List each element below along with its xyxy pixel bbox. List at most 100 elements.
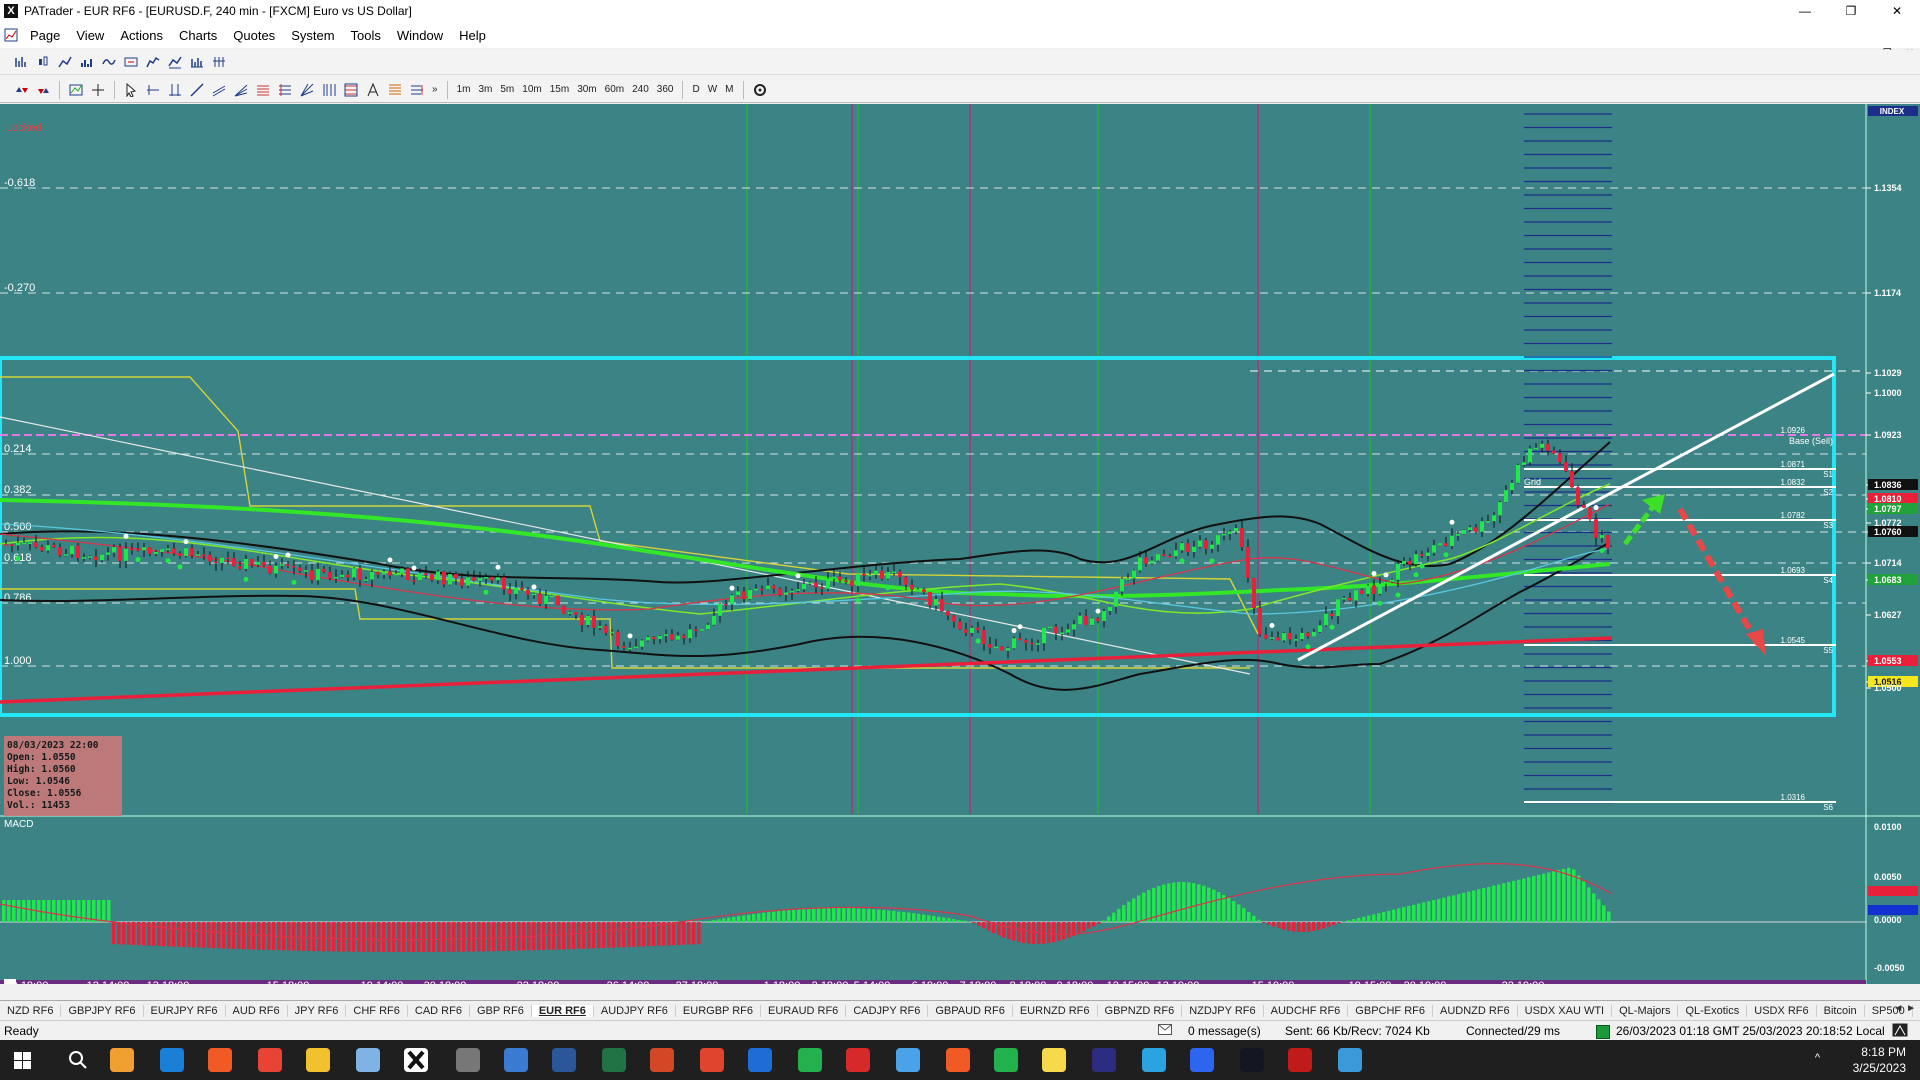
symbol-tab[interactable]: GBPJPY RF6 <box>61 1004 144 1017</box>
symbol-tab[interactable]: AUDJPY RF6 <box>594 1004 676 1017</box>
file-explorer-icon[interactable] <box>306 1048 330 1072</box>
bar-chart-icon[interactable] <box>12 54 30 70</box>
timeframe-weekly[interactable]: W <box>704 84 721 95</box>
patrader-icon[interactable] <box>404 1048 428 1072</box>
text-tool-icon[interactable] <box>364 82 382 98</box>
pivot-icon[interactable] <box>408 82 426 98</box>
chart-menu-icon[interactable] <box>2 27 20 43</box>
app-orange-icon[interactable] <box>946 1048 970 1072</box>
zoom-icon[interactable] <box>122 54 140 70</box>
symbol-tab[interactable]: AUDCHF RF6 <box>1264 1004 1349 1017</box>
symbol-tab[interactable]: USDX XAU WTI <box>1518 1004 1613 1017</box>
sticky-notes-icon[interactable] <box>1042 1048 1066 1072</box>
menu-window[interactable]: Window <box>389 28 451 43</box>
symbol-tab[interactable]: NZD RF6 <box>0 1004 62 1017</box>
timeframe-5m[interactable]: 5m <box>496 84 518 95</box>
grid-icon[interactable] <box>210 54 228 70</box>
order-icon[interactable] <box>34 82 52 98</box>
symbol-tab[interactable]: GBP RF6 <box>470 1004 532 1017</box>
trendline-icon[interactable] <box>188 82 206 98</box>
close-button[interactable]: ✕ <box>1874 0 1920 22</box>
menu-system[interactable]: System <box>283 28 342 43</box>
notepad-icon[interactable] <box>356 1048 380 1072</box>
app-blue-icon[interactable] <box>748 1048 772 1072</box>
symbol-tab[interactable]: AUDNZD RF6 <box>1433 1004 1518 1017</box>
fib-retracement-icon[interactable] <box>254 82 272 98</box>
fib-extension-icon[interactable] <box>276 82 294 98</box>
menu-quotes[interactable]: Quotes <box>225 28 283 43</box>
chrome-icon[interactable] <box>258 1048 282 1072</box>
word-icon[interactable] <box>552 1048 576 1072</box>
symbol-tab[interactable]: CHF RF6 <box>346 1004 408 1017</box>
symbol-tab[interactable]: AUD RF6 <box>226 1004 288 1017</box>
app-dial-icon[interactable] <box>1288 1048 1312 1072</box>
symbol-tab[interactable]: GBPAUD RF6 <box>928 1004 1013 1017</box>
timeframe-1m[interactable]: 1m <box>453 84 475 95</box>
timeframe-10m[interactable]: 10m <box>518 84 545 95</box>
mail-icon[interactable] <box>1158 1024 1172 1038</box>
symbol-tab[interactable]: CADJPY RF6 <box>846 1004 929 1017</box>
app-bird-icon[interactable] <box>846 1048 870 1072</box>
menu-tools[interactable]: Tools <box>343 28 389 43</box>
timeframe-3m[interactable]: 3m <box>474 84 496 95</box>
minimize-button[interactable]: — <box>1782 0 1828 22</box>
pointer-icon[interactable] <box>122 82 140 98</box>
symbol-tab[interactable]: Bitcoin <box>1817 1004 1865 1017</box>
fib-time-icon[interactable] <box>320 82 338 98</box>
vertical-line-icon[interactable] <box>166 82 184 98</box>
symbol-tab[interactable]: GBPNZD RF6 <box>1098 1004 1183 1017</box>
channel-icon[interactable] <box>210 82 228 98</box>
cycle-lines-icon[interactable] <box>342 82 360 98</box>
symbol-tab[interactable]: NZDJPY RF6 <box>1182 1004 1264 1017</box>
timeframe-monthly[interactable]: M <box>721 84 737 95</box>
menu-help[interactable]: Help <box>451 28 494 43</box>
timeframe-60m[interactable]: 60m <box>601 84 628 95</box>
tradingview-icon[interactable] <box>1240 1048 1264 1072</box>
menu-charts[interactable]: Charts <box>171 28 225 43</box>
symbol-tab[interactable]: JPY RF6 <box>288 1004 347 1017</box>
powerpoint-icon[interactable] <box>650 1048 674 1072</box>
timeframe-daily[interactable]: D <box>688 84 703 95</box>
symbol-tab[interactable]: GBPCHF RF6 <box>1348 1004 1433 1017</box>
app-photo-icon[interactable] <box>896 1048 920 1072</box>
zoom-app-icon[interactable] <box>1190 1048 1214 1072</box>
app-red-icon[interactable] <box>700 1048 724 1072</box>
app-monitor-icon[interactable] <box>1338 1048 1362 1072</box>
more-tools-button[interactable]: » <box>428 84 442 95</box>
chart-canvas[interactable]: -0.618-0.2700.2140.3820.5000.6180.7861.0… <box>0 104 1920 984</box>
telegram-icon[interactable] <box>1142 1048 1166 1072</box>
symbol-tab[interactable]: EURGBP RF6 <box>676 1004 762 1017</box>
analysis-icon[interactable] <box>67 82 85 98</box>
symbol-tab[interactable]: EUR RF6 <box>531 1004 594 1017</box>
calculator-icon[interactable] <box>504 1048 528 1072</box>
app-icon-gray[interactable] <box>456 1048 480 1072</box>
timeframe-240[interactable]: 240 <box>628 84 653 95</box>
outlook-icon[interactable] <box>110 1048 134 1072</box>
price-chart[interactable]: -0.618-0.2700.2140.3820.5000.6180.7861.0… <box>0 104 1920 984</box>
crosshair-icon[interactable] <box>89 82 107 98</box>
windows-start-icon[interactable] <box>14 1052 31 1069</box>
fib-fan-icon[interactable] <box>232 82 250 98</box>
candle-chart-icon[interactable] <box>34 54 52 70</box>
symbol-tab[interactable]: EURJPY RF6 <box>144 1004 226 1017</box>
volume-icon[interactable] <box>78 54 96 70</box>
search-icon[interactable] <box>66 1048 90 1072</box>
symbol-tab[interactable]: QL-Majors <box>1612 1004 1679 1017</box>
chart-type-icon[interactable] <box>144 54 162 70</box>
histogram-icon[interactable] <box>188 54 206 70</box>
menu-actions[interactable]: Actions <box>112 28 171 43</box>
menu-page[interactable]: Page <box>22 28 68 43</box>
symbol-tab[interactable]: USDX RF6 <box>1747 1004 1817 1017</box>
settings-icon[interactable] <box>751 82 769 98</box>
chart-overlay-icon[interactable] <box>166 54 184 70</box>
app-quote-icon[interactable] <box>1092 1048 1116 1072</box>
excel-icon[interactable] <box>602 1048 626 1072</box>
menu-view[interactable]: View <box>68 28 112 43</box>
taskbar-clock[interactable]: 8:18 PM 3/25/2023 <box>1853 1044 1906 1076</box>
timeframe-30m[interactable]: 30m <box>573 84 600 95</box>
line-chart-icon[interactable] <box>56 54 74 70</box>
maximize-button[interactable]: ❐ <box>1828 0 1874 22</box>
gann-fan-icon[interactable] <box>298 82 316 98</box>
buy-sell-icon[interactable] <box>12 82 30 98</box>
symbol-tab[interactable]: EURNZD RF6 <box>1013 1004 1098 1017</box>
